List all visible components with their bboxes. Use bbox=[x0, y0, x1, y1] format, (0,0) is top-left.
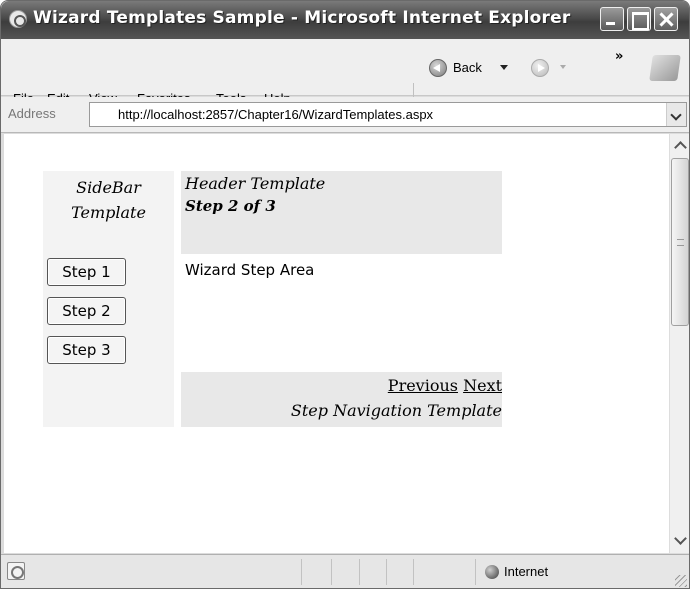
close-icon[interactable] bbox=[654, 7, 678, 31]
address-label: Address bbox=[8, 106, 56, 121]
address-url[interactable]: http://localhost:2857/Chapter16/WizardTe… bbox=[118, 107, 433, 122]
wizard-sidebar: SideBar Template Step 1 Step 2 Step 3 bbox=[43, 171, 174, 427]
grip-icon bbox=[677, 239, 684, 246]
security-zone: Internet bbox=[504, 564, 549, 579]
windows-logo-icon bbox=[649, 55, 681, 81]
wizard-step-area: Wizard Step Area bbox=[185, 261, 315, 279]
scroll-down-icon[interactable] bbox=[672, 534, 688, 548]
status-divider bbox=[475, 559, 476, 585]
browser-window: Wizard Templates Sample - Microsoft Inte… bbox=[0, 0, 690, 589]
chevron-down-icon[interactable] bbox=[500, 65, 508, 70]
status-divider bbox=[301, 559, 302, 585]
previous-link[interactable]: Previous bbox=[388, 376, 458, 395]
toolbar-overflow[interactable]: » bbox=[615, 49, 623, 64]
step-1-button[interactable]: Step 1 bbox=[47, 258, 126, 286]
menu-bar: File Edit View Favorites Tools Help bbox=[1, 39, 689, 125]
vertical-scrollbar[interactable] bbox=[669, 134, 689, 553]
navigation-template-label: Step Navigation Template bbox=[290, 401, 502, 420]
status-divider bbox=[331, 559, 332, 585]
chevron-down-icon[interactable] bbox=[666, 103, 686, 126]
sidebar-template-label: SideBar Template bbox=[71, 178, 146, 222]
wizard-header: Header Template Step 2 of 3 bbox=[181, 171, 502, 254]
status-divider bbox=[359, 559, 360, 585]
address-input[interactable]: http://localhost:2857/Chapter16/WizardTe… bbox=[89, 102, 687, 127]
minimize-icon[interactable] bbox=[600, 7, 624, 31]
resize-grip-icon[interactable] bbox=[675, 575, 687, 587]
step-2-button[interactable]: Step 2 bbox=[47, 297, 126, 325]
header-template-label: Header Template bbox=[185, 174, 326, 193]
scroll-up-icon[interactable] bbox=[672, 138, 688, 152]
ie-logo-icon bbox=[9, 10, 27, 28]
status-divider bbox=[413, 559, 414, 585]
page-content: SideBar Template Step 1 Step 2 Step 3 He… bbox=[4, 134, 669, 553]
status-bar: Internet bbox=[1, 554, 689, 588]
page-icon bbox=[7, 562, 25, 580]
back-label: Back bbox=[453, 60, 482, 75]
step-3-button[interactable]: Step 3 bbox=[47, 336, 126, 364]
globe-icon bbox=[485, 565, 499, 579]
scroll-thumb[interactable] bbox=[671, 158, 689, 326]
wizard-navigation: Previous Next Step Navigation Template bbox=[181, 372, 502, 427]
status-divider bbox=[386, 559, 387, 585]
title-bar: Wizard Templates Sample - Microsoft Inte… bbox=[1, 1, 689, 39]
address-bar: Address http://localhost:2857/Chapter16/… bbox=[1, 97, 689, 133]
back-arrow-icon bbox=[429, 59, 447, 77]
window-title: Wizard Templates Sample - Microsoft Inte… bbox=[33, 8, 571, 28]
chevron-down-icon[interactable] bbox=[560, 65, 566, 69]
header-step-indicator: Step 2 of 3 bbox=[185, 197, 276, 215]
next-link[interactable]: Next bbox=[463, 376, 502, 395]
maximize-icon[interactable] bbox=[627, 7, 651, 31]
forward-arrow-icon[interactable] bbox=[531, 59, 549, 77]
nav-links: Previous Next bbox=[388, 376, 502, 395]
page-icon bbox=[94, 107, 110, 123]
